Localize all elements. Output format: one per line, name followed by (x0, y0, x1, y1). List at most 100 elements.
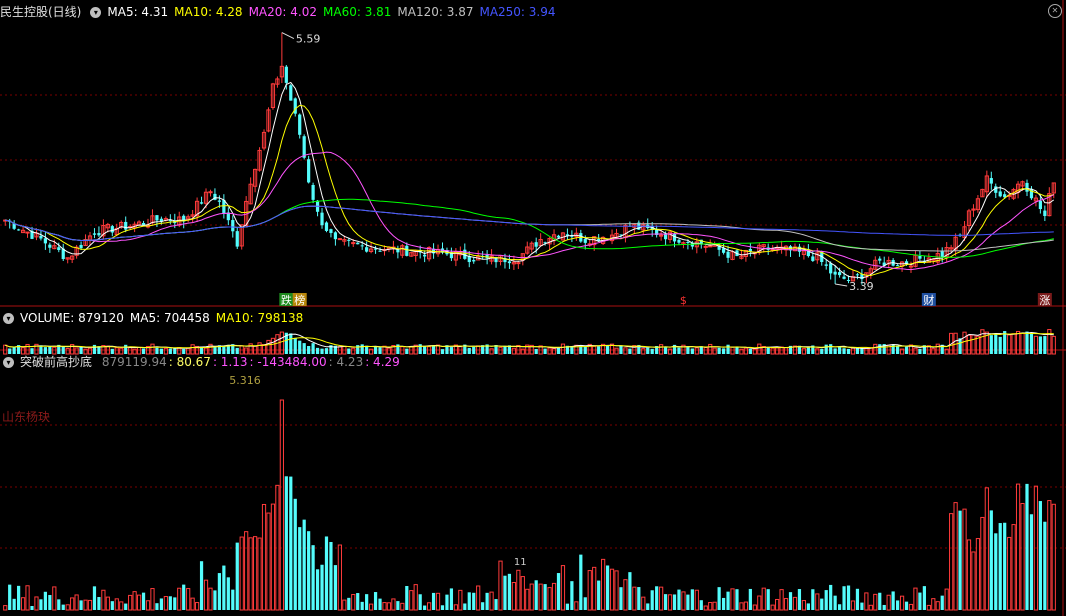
volume-bar-137 (614, 347, 619, 355)
indicator-bar-183 (820, 598, 824, 610)
candle-body-124 (556, 235, 561, 238)
indicator-bar-36 (163, 596, 168, 611)
volume-bar-130 (583, 346, 587, 354)
indicator-bar-100 (449, 588, 454, 610)
candle-body-200 (895, 265, 900, 267)
indicator-bar-27 (124, 603, 128, 610)
indicator-bar-153 (686, 594, 690, 610)
indicator-bar-30 (136, 594, 142, 611)
indicator-bar-71 (320, 564, 324, 610)
indicator-bar-101 (453, 604, 458, 611)
indicator-bar-102 (458, 589, 463, 611)
indicator-bar-125 (560, 565, 566, 611)
candle-body-78 (351, 242, 356, 245)
indicator-bar-175 (783, 598, 789, 611)
indicator-bar-187 (837, 604, 842, 610)
volume-bar-180 (806, 347, 810, 354)
indicator-bar-159 (712, 601, 717, 611)
volume-bar-167 (748, 349, 752, 354)
candle-body-196 (878, 258, 882, 261)
indicator-bar-200 (895, 600, 900, 610)
volume-bar-235 (1051, 335, 1056, 355)
indicator-bar-208 (931, 598, 936, 611)
indicator-bar-19 (87, 599, 93, 611)
indicator-settings-icon[interactable]: ▾ (3, 357, 14, 368)
indicator-bar-163 (730, 588, 735, 611)
indicator-bar-111 (498, 560, 503, 611)
indicator-bar-13 (61, 604, 65, 610)
indicator-bar-39 (177, 587, 182, 611)
indicator-bar-47 (213, 590, 217, 610)
candle-body-203 (908, 265, 914, 268)
candle-body-221 (989, 178, 993, 184)
volume-bar-61 (275, 334, 280, 355)
volume-bar-179 (801, 348, 807, 355)
indicator-bar-169 (757, 595, 762, 611)
indicator-bar-122 (547, 587, 552, 611)
volume-bar-230 (1029, 332, 1034, 354)
volume-bar-183 (820, 348, 824, 354)
candle-body-162 (726, 251, 730, 258)
candle-body-187 (837, 272, 842, 276)
stock-chart[interactable]: 5.59 3.39 跌榜 $ 财 涨 5.316 11 (0, 0, 1066, 616)
indicator-bar-195 (873, 593, 878, 611)
indicator-bar-112 (503, 575, 507, 610)
indicator-bar-3 (17, 585, 21, 610)
indicator-bar-45 (203, 579, 209, 611)
volume-bar-64 (289, 333, 293, 354)
indicator-bar-121 (543, 584, 547, 610)
indicator-bar-0 (3, 605, 8, 611)
volume-bar-104 (467, 347, 471, 354)
indicator-bar-145 (650, 590, 654, 610)
settings-circle-icon[interactable]: ▾ (90, 7, 102, 18)
indicator-bar-161 (721, 597, 726, 610)
indicator-bar-144 (646, 603, 650, 610)
indicator-bar-38 (173, 597, 177, 610)
indicator-bar-62 (279, 399, 284, 611)
indicator-bar-124 (556, 573, 561, 610)
indicator-bar-35 (159, 598, 164, 610)
indicator-bar-232 (1038, 501, 1042, 610)
volume-legend-item-2: MA10: 798138 (215, 311, 304, 325)
indicator-bar-203 (908, 603, 914, 611)
close-icon[interactable]: ✕ (1048, 4, 1062, 18)
indicator-bar-215 (962, 508, 967, 611)
volume-bar-138 (619, 345, 623, 354)
stock-title[interactable]: 民生控股(日线) (0, 5, 81, 19)
indicator-bar-57 (257, 537, 262, 611)
candle-body-24 (110, 226, 114, 233)
volume-bar-228 (1020, 332, 1025, 355)
candle-body-34 (155, 215, 159, 221)
indicator-value-5: : 4.29 (365, 355, 400, 369)
indicator-bar-72 (324, 536, 329, 610)
candle-body-151 (677, 239, 681, 243)
indicator-bar-176 (788, 592, 793, 610)
indicator-bar-216 (966, 539, 972, 611)
indicator-small-label: 11 (514, 557, 527, 568)
indicator-bar-67 (302, 519, 306, 610)
indicator-bar-70 (315, 569, 320, 610)
indicator-bar-88 (396, 601, 400, 610)
candle-body-12 (57, 247, 61, 250)
indicator-bar-151 (677, 589, 681, 610)
indicator-bar-79 (356, 593, 360, 610)
indicator-bar-85 (382, 602, 387, 611)
indicator-bar-198 (886, 594, 891, 611)
candle-body-63 (284, 66, 288, 83)
indicator-bar-58 (261, 503, 267, 611)
indicator-bar-34 (155, 603, 159, 610)
indicator-bar-223 (998, 523, 1002, 610)
indicator-bar-189 (846, 585, 851, 610)
volume-settings-icon[interactable]: ▾ (3, 313, 14, 324)
ma-legend-item-4: MA120: 3.87 (397, 5, 474, 19)
volume-bar-188 (842, 348, 846, 354)
candle-body-51 (231, 220, 235, 232)
indicator-bar-42 (190, 597, 195, 611)
volume-bar-62 (279, 331, 284, 355)
indicator-bar-137 (614, 570, 619, 611)
indicator-title[interactable]: 突破前高抄底 (20, 355, 92, 369)
indicator-bar-130 (583, 597, 587, 610)
indicator-bar-235 (1051, 503, 1056, 611)
volume-bar-60 (270, 337, 276, 355)
indicator-bar-61 (275, 484, 280, 611)
